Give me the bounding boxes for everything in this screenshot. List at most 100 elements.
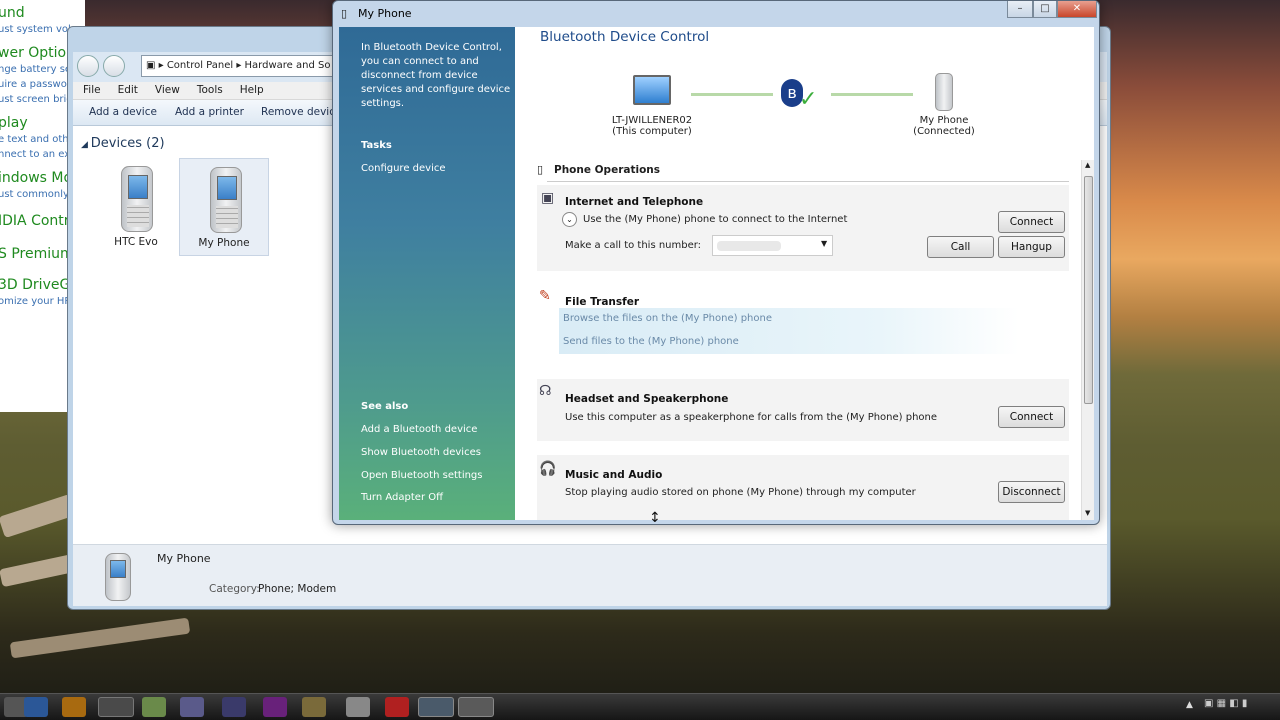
headphones-icon: 🎧 bbox=[539, 461, 557, 477]
details-pane: My Phone Category: Phone; Modem bbox=[73, 544, 1107, 606]
device-my-phone[interactable]: My Phone bbox=[179, 158, 269, 256]
collapse-icon: ◢ bbox=[81, 140, 91, 150]
menu-file[interactable]: File bbox=[73, 82, 108, 96]
taskbar-item[interactable] bbox=[418, 697, 454, 717]
address-segment[interactable]: Control Panel bbox=[167, 60, 233, 71]
scroll-up-icon[interactable]: ▲ bbox=[1085, 161, 1090, 169]
network-icon: ▣ bbox=[541, 190, 555, 206]
sidebar-intro: In Bluetooth Device Control, you can con… bbox=[361, 42, 511, 109]
taskbar-item[interactable] bbox=[346, 697, 370, 717]
devices-group-header[interactable]: ◢ Devices (2) bbox=[81, 136, 165, 151]
taskbar-item[interactable] bbox=[62, 697, 86, 717]
forward-button[interactable] bbox=[103, 55, 125, 77]
page-title: Bluetooth Device Control bbox=[540, 29, 710, 45]
menu-edit[interactable]: Edit bbox=[108, 82, 145, 96]
browse-files-link[interactable]: Browse the files on the (My Phone) phone bbox=[563, 313, 772, 324]
phone-name: My Phone bbox=[919, 115, 969, 126]
tray-arrow-icon[interactable]: ▲ bbox=[1186, 700, 1193, 710]
open-bluetooth-settings-link[interactable]: Open Bluetooth settings bbox=[361, 470, 483, 481]
headset-desc: Use this computer as a speakerphone for … bbox=[565, 412, 938, 423]
internet-desc: Use the (My Phone) phone to connect to t… bbox=[583, 214, 848, 225]
menu-tools[interactable]: Tools bbox=[187, 82, 230, 96]
scroll-down-icon[interactable]: ▼ bbox=[1085, 509, 1090, 517]
phone-number-combobox[interactable]: ▼ bbox=[712, 235, 833, 256]
remove-device-button[interactable]: Remove device bbox=[261, 106, 341, 118]
connection-line bbox=[691, 93, 773, 96]
phone-icon bbox=[210, 167, 242, 233]
phone-icon bbox=[105, 553, 131, 601]
tasks-heading: Tasks bbox=[361, 140, 392, 151]
taskbar-item[interactable] bbox=[222, 697, 246, 717]
send-files-link[interactable]: Send files to the (My Phone) phone bbox=[563, 336, 739, 347]
close-button[interactable]: ✕ bbox=[1057, 1, 1097, 18]
headset-title: Headset and Speakerphone bbox=[565, 393, 729, 405]
folder-icon: ▣ ▸ bbox=[146, 60, 167, 71]
ops-heading: Phone Operations bbox=[554, 164, 661, 176]
device-htc-evo[interactable]: HTC Evo bbox=[91, 158, 181, 256]
minimize-button[interactable]: – bbox=[1007, 1, 1033, 18]
dropdown-arrow-icon[interactable]: ▼ bbox=[821, 239, 827, 248]
add-printer-button[interactable]: Add a printer bbox=[175, 106, 244, 118]
music-desc: Stop playing audio stored on phone (My P… bbox=[565, 487, 916, 498]
maximize-button[interactable]: □ bbox=[1033, 1, 1057, 18]
headset-connect-button[interactable]: Connect bbox=[998, 406, 1065, 428]
phone-node: My Phone (Connected) bbox=[889, 73, 999, 137]
address-bar[interactable]: ▣ ▸ Control Panel ▸ Hardware and So bbox=[141, 55, 341, 77]
system-tray[interactable]: ▣ ▦ ◧ ▮ bbox=[1204, 698, 1270, 716]
word-icon[interactable] bbox=[24, 697, 48, 717]
blurred-number bbox=[717, 241, 781, 251]
phone-icon bbox=[935, 73, 953, 111]
group-label: Devices (2) bbox=[90, 136, 165, 151]
music-title: Music and Audio bbox=[565, 469, 663, 481]
phone-status: (Connected) bbox=[913, 126, 975, 137]
turn-adapter-off-link[interactable]: Turn Adapter Off bbox=[361, 492, 443, 503]
phone-icon bbox=[121, 166, 153, 232]
vertical-scrollbar[interactable]: ▲ ▼ bbox=[1081, 160, 1094, 520]
taskbar-item[interactable] bbox=[180, 697, 204, 717]
checkmark-icon: ✓ bbox=[799, 87, 818, 112]
phone-ops-icon: ▯ bbox=[537, 163, 544, 176]
back-button[interactable] bbox=[77, 55, 99, 77]
hangup-button[interactable]: Hangup bbox=[998, 236, 1065, 258]
taskbar-item[interactable] bbox=[142, 697, 166, 717]
menu-view[interactable]: View bbox=[145, 82, 187, 96]
resize-cursor-icon: ↕ bbox=[649, 510, 661, 526]
details-category-value: Phone; Modem bbox=[258, 583, 337, 595]
taskbar-item[interactable] bbox=[98, 697, 134, 717]
phone-title-icon: ▯ bbox=[341, 7, 348, 20]
chevron-right-icon: ▸ bbox=[233, 60, 245, 71]
file-transfer-icon: ✎ bbox=[539, 288, 551, 304]
computer-node: LT-JWILLENER02 (This computer) bbox=[597, 75, 707, 137]
configure-device-link[interactable]: Configure device bbox=[361, 163, 446, 174]
call-button[interactable]: Call bbox=[927, 236, 994, 258]
dialog-title: My Phone bbox=[358, 7, 412, 20]
chevron-down-icon[interactable]: ⌄ bbox=[562, 212, 577, 227]
taskbar: ▲ ▣ ▦ ◧ ▮ bbox=[0, 693, 1280, 720]
add-device-button[interactable]: Add a device bbox=[89, 106, 157, 118]
bluetooth-dialog: ▯ My Phone – □ ✕ In Bluetooth Device Con… bbox=[332, 0, 1100, 525]
details-category-label: Category: bbox=[209, 583, 260, 595]
computer-name: LT-JWILLENER02 bbox=[611, 115, 693, 126]
taskbar-item[interactable] bbox=[302, 697, 326, 717]
computer-sub: (This computer) bbox=[612, 126, 692, 137]
task-sidebar: In Bluetooth Device Control, you can con… bbox=[339, 27, 515, 520]
add-bluetooth-device-link[interactable]: Add a Bluetooth device bbox=[361, 424, 477, 435]
address-segment[interactable]: Hardware and So bbox=[245, 60, 331, 71]
device-label: HTC Evo bbox=[114, 236, 158, 248]
scroll-thumb[interactable] bbox=[1084, 176, 1093, 404]
bg-text: und bbox=[0, 5, 25, 21]
internet-connect-button[interactable]: Connect bbox=[998, 211, 1065, 233]
disconnect-button[interactable]: Disconnect bbox=[998, 481, 1065, 503]
divider bbox=[547, 181, 1069, 182]
details-name: My Phone bbox=[157, 552, 211, 565]
headset-section bbox=[537, 379, 1069, 441]
fence-rail bbox=[9, 617, 191, 659]
taskbar-item[interactable] bbox=[458, 697, 494, 717]
visual-studio-icon[interactable] bbox=[263, 697, 287, 717]
show-bluetooth-devices-link[interactable]: Show Bluetooth devices bbox=[361, 447, 481, 458]
operations-list: ▯ Phone Operations ▣ Internet and Teleph… bbox=[523, 161, 1083, 520]
dialog-content: Bluetooth Device Control LT-JWILLENER02 … bbox=[515, 27, 1094, 520]
menu-help[interactable]: Help bbox=[230, 82, 271, 96]
see-also-heading: See also bbox=[361, 401, 409, 412]
filezilla-icon[interactable] bbox=[385, 697, 409, 717]
